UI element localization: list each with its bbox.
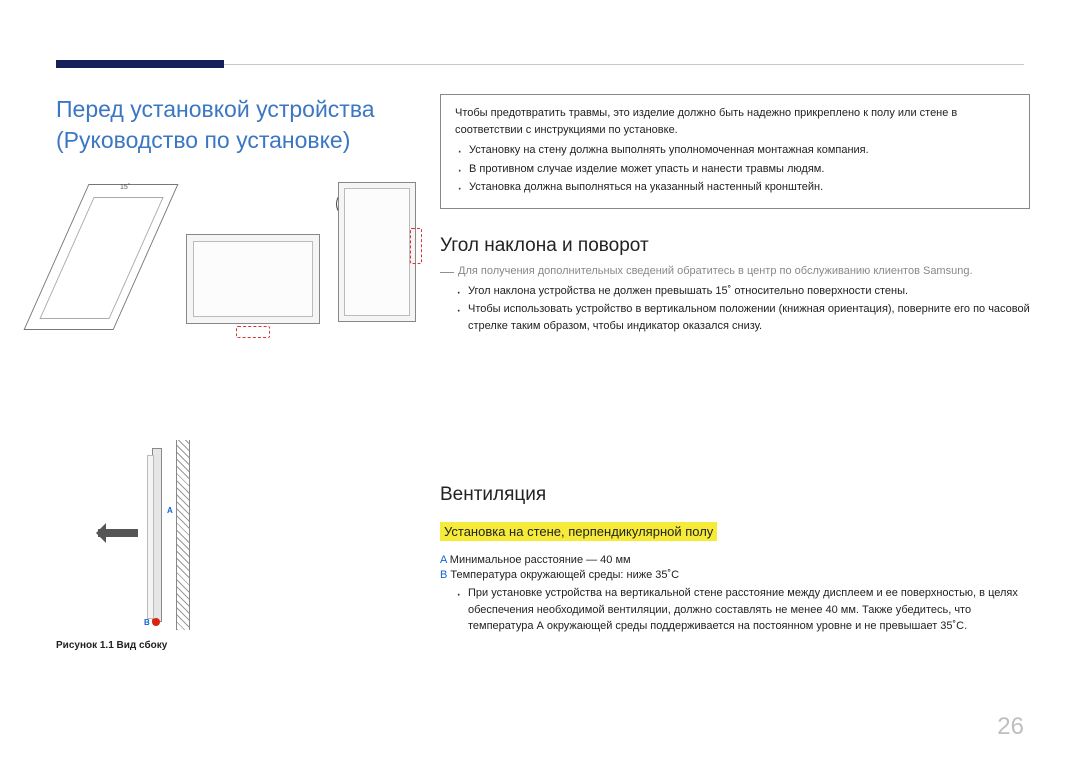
tilt-bullet: Угол наклона устройства не должен превыш… (468, 283, 1030, 300)
label-a: A (167, 506, 173, 515)
indicator-dot-icon (152, 618, 160, 626)
tilt-bullet: Чтобы использовать устройство в вертикал… (468, 301, 1030, 334)
ventilation-illustration: A B Рисунок 1.1 Вид сбоку (56, 440, 226, 668)
ventilation-paragraph: При установке устройства на вертикальной… (468, 585, 1030, 635)
title-line-2: (Руководство по установке) (56, 127, 350, 153)
warning-bullet: Установка должна выполняться на указанны… (469, 179, 1015, 196)
section-heading-tilt: Угол наклона и поворот (440, 235, 1030, 257)
orientation-illustration: 15˚ (56, 178, 416, 350)
figure-caption: Рисунок 1.1 Вид сбоку (56, 640, 167, 651)
warning-bullet: В противном случае изделие может упасть … (469, 161, 1015, 178)
spec-b: B Температура окружающей среды: ниже 35˚… (440, 569, 1030, 581)
section-heading-ventilation: Вентиляция (440, 484, 1030, 506)
spec-a-text: Минимальное расстояние — 40 мм (447, 554, 631, 566)
wall-bracket-vertical-icon (410, 228, 422, 264)
warning-intro-text: Чтобы предотвратить травмы, это изделие … (455, 105, 1015, 138)
warning-bullet: Установку на стену должна выполнять упол… (469, 142, 1015, 159)
warning-box: Чтобы предотвратить травмы, это изделие … (440, 94, 1030, 209)
landscape-monitor-icon (186, 234, 320, 324)
tilted-panel-icon (23, 184, 178, 330)
spec-a-label: A (440, 554, 447, 566)
title-line-1: Перед установкой устройства (56, 96, 375, 122)
page-number: 26 (997, 713, 1024, 741)
tilt-note: Для получения дополнительных сведений об… (440, 265, 1030, 277)
airflow-arrow-icon (86, 526, 138, 540)
portrait-monitor-icon (338, 182, 416, 322)
subsection-highlight: Установка на стене, перпендикулярной пол… (440, 522, 717, 541)
spec-b-text: Температура окружающей среды: ниже 35˚C (447, 569, 679, 581)
header-accent-bar (56, 60, 224, 68)
tilt-angle-label: 15˚ (120, 184, 130, 191)
label-b: B (144, 618, 150, 627)
panel-side-view-icon (152, 448, 162, 622)
wall-hatch-icon (176, 440, 190, 630)
spec-a: A Минимальное расстояние — 40 мм (440, 554, 1030, 566)
page-title: Перед установкой устройства (Руководство… (56, 94, 416, 156)
wall-bracket-horizontal-icon (236, 326, 270, 338)
